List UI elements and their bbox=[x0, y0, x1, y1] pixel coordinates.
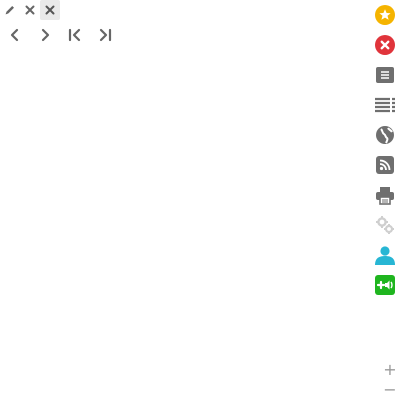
settings-button[interactable] bbox=[374, 214, 396, 236]
globe-icon bbox=[375, 125, 395, 145]
skip-first-icon bbox=[67, 28, 83, 42]
rss-button[interactable] bbox=[374, 154, 396, 176]
close-circle-icon bbox=[375, 35, 395, 55]
rss-icon bbox=[376, 156, 394, 174]
zoom-in-button[interactable]: + bbox=[380, 360, 400, 380]
plus-icon: + bbox=[383, 360, 397, 379]
volume-plus-icon bbox=[375, 275, 395, 295]
right-toolbar bbox=[370, 0, 400, 400]
close-active-button[interactable] bbox=[40, 0, 60, 20]
chevron-left-icon bbox=[8, 28, 22, 42]
previous-button[interactable] bbox=[5, 25, 25, 45]
close-button[interactable] bbox=[20, 0, 40, 20]
favorite-button[interactable] bbox=[374, 4, 396, 26]
minus-icon: − bbox=[383, 380, 397, 399]
printer-icon bbox=[375, 185, 395, 205]
web-button[interactable] bbox=[374, 124, 396, 146]
edit-button[interactable] bbox=[0, 0, 20, 20]
pencil-icon bbox=[4, 4, 16, 16]
first-button[interactable] bbox=[65, 25, 85, 45]
menu-button[interactable] bbox=[374, 64, 396, 86]
gears-icon bbox=[375, 215, 395, 235]
print-button[interactable] bbox=[374, 184, 396, 206]
list-view-button[interactable] bbox=[374, 94, 396, 116]
close-icon bbox=[45, 5, 55, 15]
list-icon bbox=[374, 96, 396, 114]
next-button[interactable] bbox=[35, 25, 55, 45]
skip-last-icon bbox=[97, 28, 113, 42]
close-icon bbox=[25, 5, 35, 15]
user-icon bbox=[374, 245, 396, 265]
menu-box-icon bbox=[375, 66, 395, 84]
delete-button[interactable] bbox=[374, 34, 396, 56]
star-icon bbox=[375, 5, 395, 25]
volume-up-button[interactable] bbox=[374, 274, 396, 296]
zoom-out-button[interactable]: − bbox=[380, 380, 400, 400]
last-button[interactable] bbox=[95, 25, 115, 45]
user-button[interactable] bbox=[374, 244, 396, 266]
chevron-right-icon bbox=[38, 28, 52, 42]
